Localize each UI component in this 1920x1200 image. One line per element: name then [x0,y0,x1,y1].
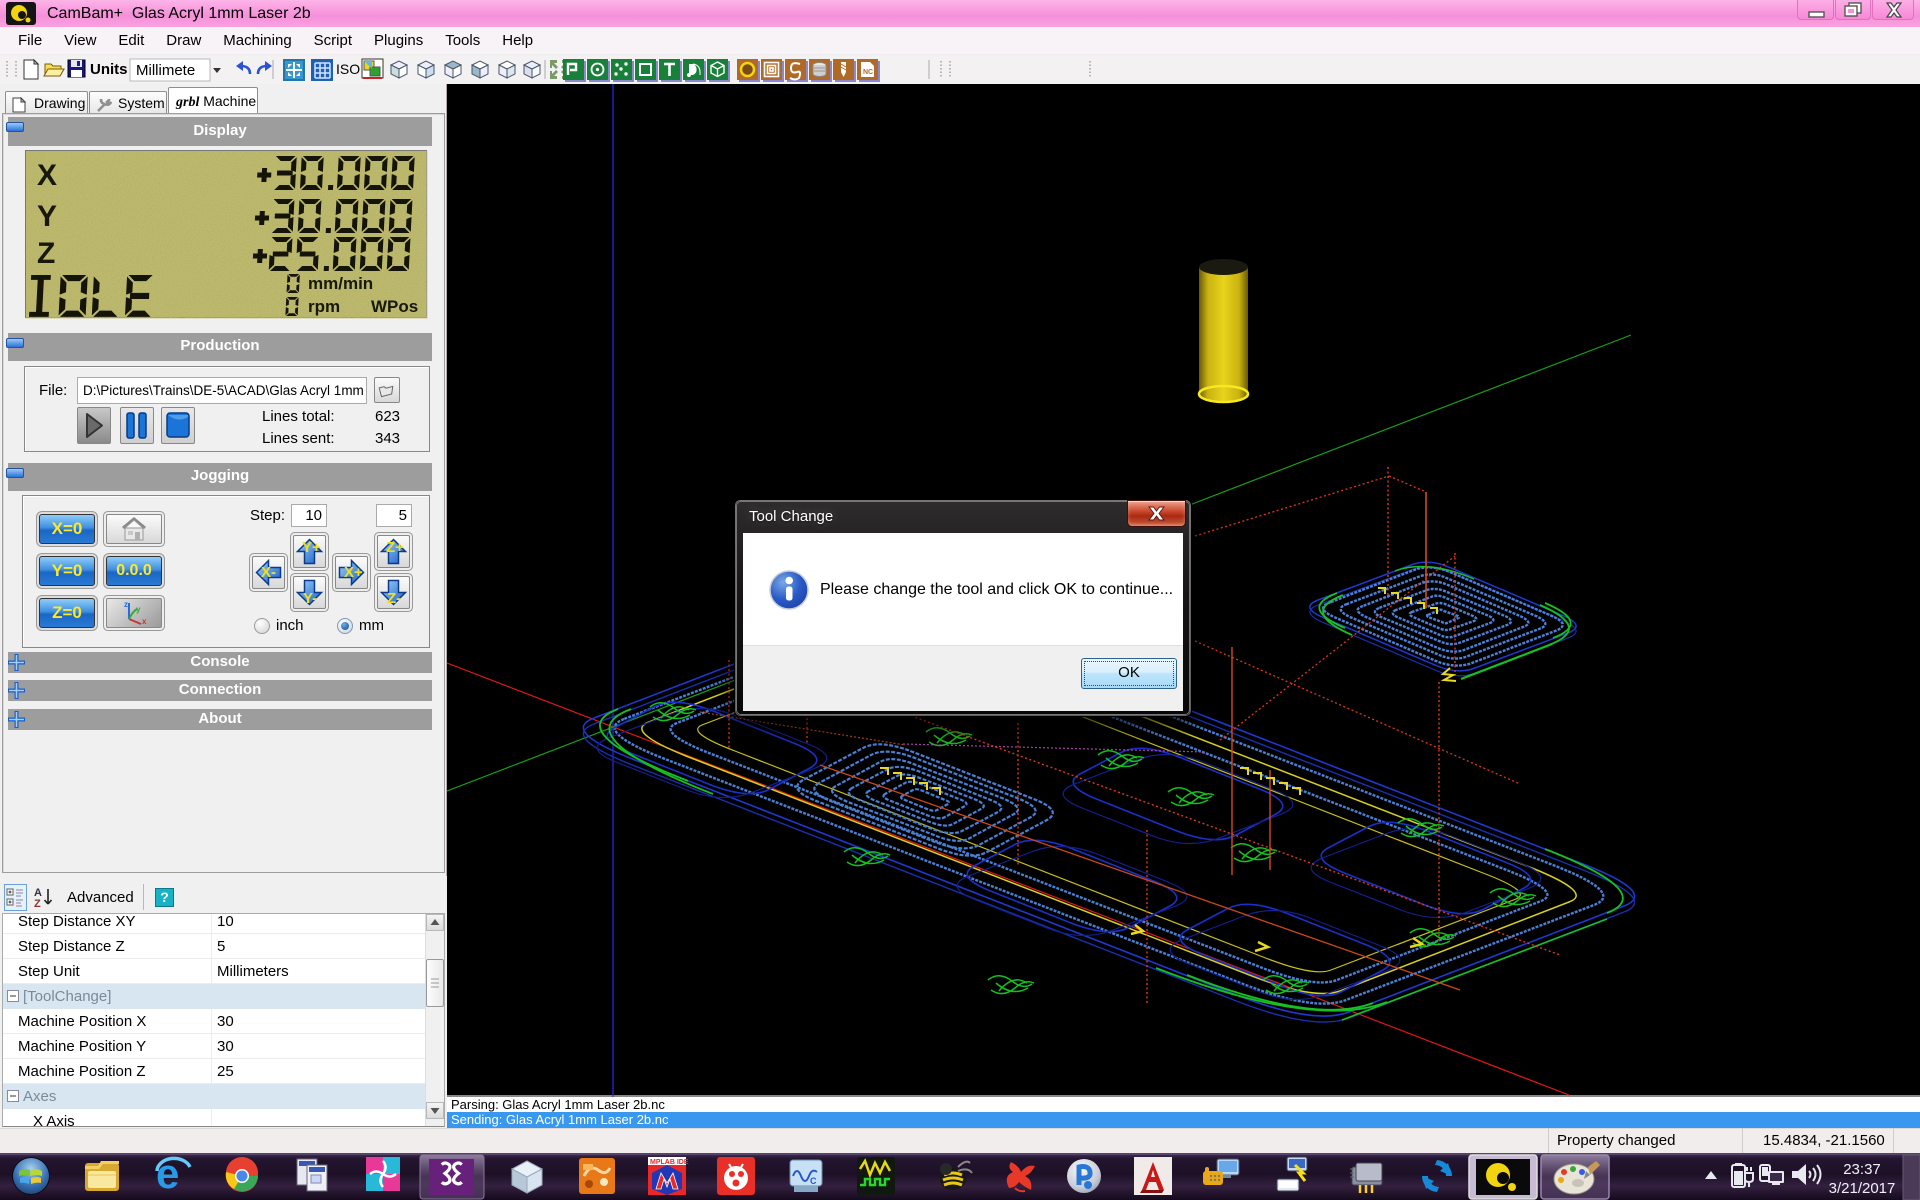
svg-text:y: y [136,605,141,614]
svg-text:Millimete: Millimete [136,62,195,79]
svg-text:z: z [124,600,128,609]
svg-text:Z: Z [34,898,41,910]
svg-text:C: C [810,1176,817,1186]
svg-text:X+: X+ [344,564,363,581]
svg-text:Z+: Z+ [386,539,404,556]
svg-text:ISO: ISO [336,61,360,77]
svg-text:Z-: Z- [387,590,401,607]
svg-text:3/21/2017: 3/21/2017 [1829,1180,1896,1197]
svg-text:Y-: Y- [303,590,317,607]
svg-text:NC: NC [863,69,873,76]
svg-text:x: x [142,617,147,626]
svg-text:X-: X- [261,564,276,581]
svg-text:Y+: Y+ [302,539,321,556]
svg-text:MPLAB IDE: MPLAB IDE [650,1159,689,1166]
svg-text:Units: Units [90,61,128,78]
svg-text:23:37: 23:37 [1843,1161,1881,1178]
